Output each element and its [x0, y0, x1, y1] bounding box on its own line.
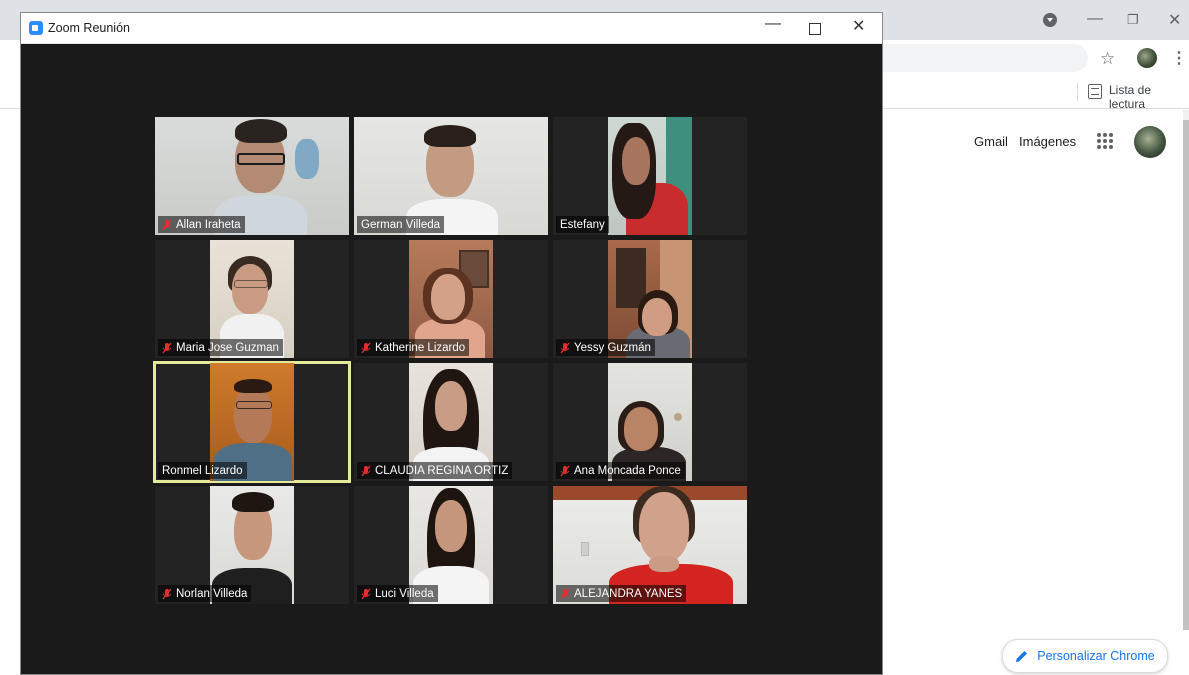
muted-mic-icon [162, 342, 172, 353]
zoom-maximize-button[interactable] [809, 16, 821, 40]
participant-name-tag: Maria Jose Guzman [158, 339, 283, 356]
participant-tile[interactable]: Norlan Villeda [155, 486, 349, 604]
reading-list-icon[interactable] [1088, 84, 1102, 99]
participant-tile[interactable]: Estefany [553, 117, 747, 235]
participant-name-tag: Katherine Lizardo [357, 339, 470, 356]
bookmarks-divider [1077, 83, 1078, 101]
participant-tile[interactable]: Katherine Lizardo [354, 240, 548, 358]
participant-name: CLAUDIA REGINA ORTIZ [375, 464, 509, 477]
participant-tile-active-speaker[interactable]: Ronmel Lizardo [153, 361, 351, 483]
participant-video [608, 117, 692, 235]
muted-mic-icon [361, 465, 371, 476]
participant-name: Luci Villeda [375, 587, 434, 600]
muted-mic-icon [560, 465, 570, 476]
participant-name-tag: German Villeda [357, 216, 445, 233]
google-apps-icon[interactable] [1097, 133, 1113, 149]
gallery-view: Allan Iraheta German Villeda Estefany Ma… [153, 117, 747, 604]
participant-tile[interactable]: German Villeda [354, 117, 548, 235]
participant-tile[interactable]: Allan Iraheta [155, 117, 349, 235]
participant-tile[interactable]: Yessy Guzmán [553, 240, 747, 358]
participant-name: ALEJANDRA YANES [574, 587, 683, 600]
images-link[interactable]: Imágenes [1019, 134, 1076, 149]
participant-tile[interactable]: Luci Villeda [354, 486, 548, 604]
participant-name: German Villeda [361, 218, 441, 231]
participant-name-tag: Norlan Villeda [158, 585, 252, 602]
zoom-titlebar[interactable]: Zoom Reunión — ✕ [21, 13, 882, 44]
participant-name-tag: Luci Villeda [357, 585, 438, 602]
chrome-restore-icon[interactable]: ❐ [1127, 12, 1139, 28]
pencil-icon [1016, 651, 1028, 662]
google-account-avatar[interactable] [1134, 126, 1166, 158]
gmail-link[interactable]: Gmail [974, 134, 1008, 149]
profile-menu-icon[interactable] [1043, 13, 1057, 27]
participant-name: Estefany [560, 218, 605, 231]
participant-name-tag: CLAUDIA REGINA ORTIZ [357, 462, 513, 479]
participant-tile[interactable]: CLAUDIA REGINA ORTIZ [354, 363, 548, 481]
participant-name: Ana Moncada Ponce [574, 464, 681, 477]
participant-name-tag: Estefany [556, 216, 609, 233]
participant-name-tag: ALEJANDRA YANES [556, 585, 687, 602]
muted-mic-icon [162, 588, 172, 599]
zoom-logo-icon [29, 21, 43, 35]
zoom-window-title: Zoom Reunión [48, 21, 130, 35]
muted-mic-icon [560, 588, 570, 599]
customize-chrome-label: Personalizar Chrome [1037, 649, 1155, 663]
participant-name: Ronmel Lizardo [162, 464, 243, 477]
participant-name: Allan Iraheta [176, 218, 241, 231]
customize-chrome-button[interactable]: Personalizar Chrome [1002, 639, 1168, 673]
participant-tile[interactable]: Ana Moncada Ponce [553, 363, 747, 481]
zoom-minimize-button[interactable]: — [765, 15, 781, 33]
maximize-icon [809, 23, 821, 35]
participant-name-tag: Yessy Guzmán [556, 339, 655, 356]
participant-name-tag: Ronmel Lizardo [158, 462, 247, 479]
zoom-close-button[interactable]: ✕ [852, 16, 865, 36]
participant-name: Norlan Villeda [176, 587, 248, 600]
participant-name-tag: Allan Iraheta [158, 216, 245, 233]
muted-mic-icon [361, 342, 371, 353]
chrome-close-icon[interactable]: ✕ [1168, 10, 1181, 30]
muted-mic-icon [361, 588, 371, 599]
chrome-menu-icon[interactable]: ⋮ [1171, 48, 1187, 68]
muted-mic-icon [162, 219, 172, 230]
zoom-meeting-window: Zoom Reunión — ✕ Allan Iraheta German Vi… [20, 12, 883, 675]
participant-name: Maria Jose Guzman [176, 341, 279, 354]
muted-mic-icon [560, 342, 570, 353]
page-scrollbar-thumb[interactable] [1183, 120, 1189, 630]
participant-name: Katherine Lizardo [375, 341, 466, 354]
bookmark-star-icon[interactable]: ☆ [1100, 49, 1115, 69]
reading-list-button[interactable]: Lista de lectura [1109, 83, 1189, 111]
participant-name: Yessy Guzmán [574, 341, 651, 354]
chrome-minimize-icon[interactable]: — [1087, 10, 1103, 28]
participant-name-tag: Ana Moncada Ponce [556, 462, 685, 479]
profile-avatar-icon[interactable] [1137, 48, 1157, 68]
participant-tile[interactable]: Maria Jose Guzman [155, 240, 349, 358]
participant-tile[interactable]: ALEJANDRA YANES [553, 486, 747, 604]
